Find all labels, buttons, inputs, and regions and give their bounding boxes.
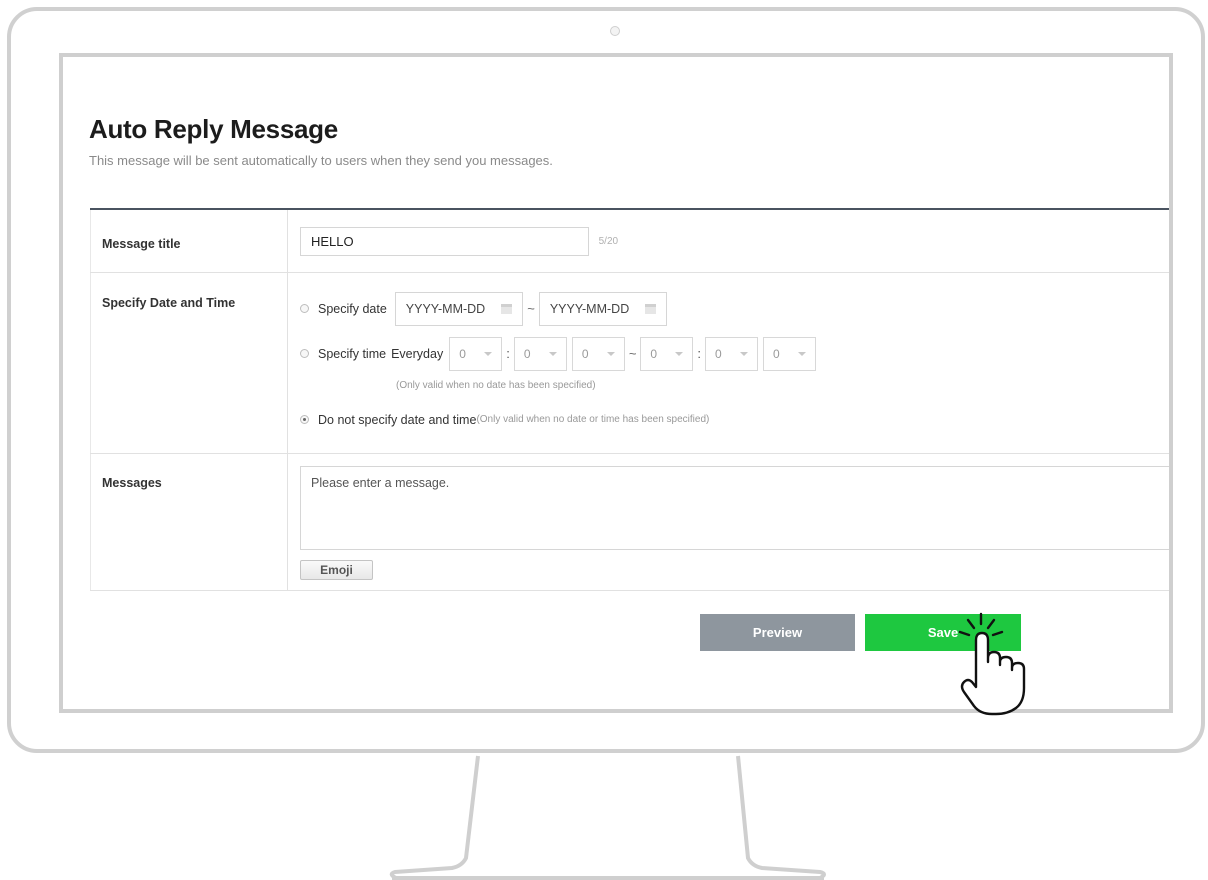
- specify-date-option: Specify date YYYY-MM-DD ~ YYYY-MM-DD: [300, 291, 1169, 326]
- chevron-down-icon: [484, 351, 493, 356]
- table-row: Messages Please enter a message. Emoji: [90, 453, 1169, 591]
- messages-label: Messages: [90, 453, 288, 591]
- message-title-label: Message title: [90, 209, 288, 273]
- table-row: Specify Date and Time Specify date YYYY-…: [90, 272, 1169, 454]
- no-date-time-radio[interactable]: [300, 415, 309, 424]
- everyday-label: Everyday: [391, 346, 444, 361]
- specify-date-label: Specify date: [318, 301, 387, 316]
- no-date-time-note: (Only valid when no date or time has bee…: [476, 414, 710, 425]
- calendar-icon[interactable]: [501, 303, 513, 314]
- chevron-down-icon: [798, 351, 807, 356]
- end-second-select[interactable]: 0: [763, 336, 817, 371]
- calendar-icon[interactable]: [645, 303, 657, 314]
- page-subtitle: This message will be sent automatically …: [89, 153, 553, 168]
- table-row: Message title 5/20: [90, 209, 1169, 273]
- start-date-field[interactable]: YYYY-MM-DD: [394, 291, 524, 326]
- date-range-separator: ~: [527, 301, 535, 316]
- specify-date-radio[interactable]: [300, 304, 309, 313]
- message-textarea[interactable]: Please enter a message.: [300, 465, 1169, 550]
- time-colon: :: [697, 346, 702, 361]
- end-minute-value: 0: [715, 346, 722, 361]
- chevron-down-icon: [548, 351, 557, 356]
- end-hour-value: 0: [650, 346, 658, 361]
- page-title: Auto Reply Message: [89, 114, 338, 144]
- specify-time-radio[interactable]: [300, 349, 309, 358]
- messages-cell: Please enter a message. Emoji: [287, 453, 1169, 591]
- start-second-select[interactable]: 0: [571, 336, 625, 371]
- preview-button[interactable]: Preview: [700, 614, 855, 651]
- no-date-time-option: Do not specify date and time (Only valid…: [300, 412, 1169, 427]
- emoji-button[interactable]: Emoji: [300, 559, 373, 580]
- end-minute-select[interactable]: 0: [705, 336, 759, 371]
- chevron-down-icon: [675, 351, 684, 356]
- end-hour-select[interactable]: 0: [640, 336, 694, 371]
- date-time-cell: Specify date YYYY-MM-DD ~ YYYY-MM-DD Spe…: [287, 272, 1169, 454]
- char-counter: 5/20: [598, 236, 619, 247]
- time-range-separator: ~: [628, 346, 637, 361]
- start-minute-value: 0: [523, 346, 531, 361]
- hand-pointer-icon: [958, 612, 1026, 716]
- time-colon: :: [506, 346, 510, 361]
- message-title-input[interactable]: [300, 227, 589, 256]
- end-date-placeholder: YYYY-MM-DD: [549, 301, 630, 316]
- auto-reply-form: Message title 5/20 Specify Date and Time…: [90, 208, 1169, 591]
- date-time-label: Specify Date and Time: [90, 272, 288, 454]
- start-hour-value: 0: [459, 346, 466, 361]
- specify-time-label: Specify time: [318, 346, 387, 361]
- end-second-value: 0: [773, 346, 780, 361]
- chevron-down-icon: [740, 351, 749, 356]
- time-note: (Only valid when no date has been specif…: [396, 379, 596, 391]
- chevron-down-icon: [606, 351, 615, 356]
- start-date-placeholder: YYYY-MM-DD: [405, 301, 486, 316]
- message-title-cell: 5/20: [287, 209, 1169, 273]
- start-hour-select[interactable]: 0: [449, 336, 503, 371]
- end-date-field[interactable]: YYYY-MM-DD: [538, 291, 668, 326]
- specify-time-option: Specify time Everyday 0 : 0 0 ~ 0 : 0 0: [300, 336, 1169, 371]
- start-minute-select[interactable]: 0: [513, 336, 567, 371]
- no-date-time-label: Do not specify date and time: [318, 412, 477, 427]
- start-second-value: 0: [581, 346, 589, 361]
